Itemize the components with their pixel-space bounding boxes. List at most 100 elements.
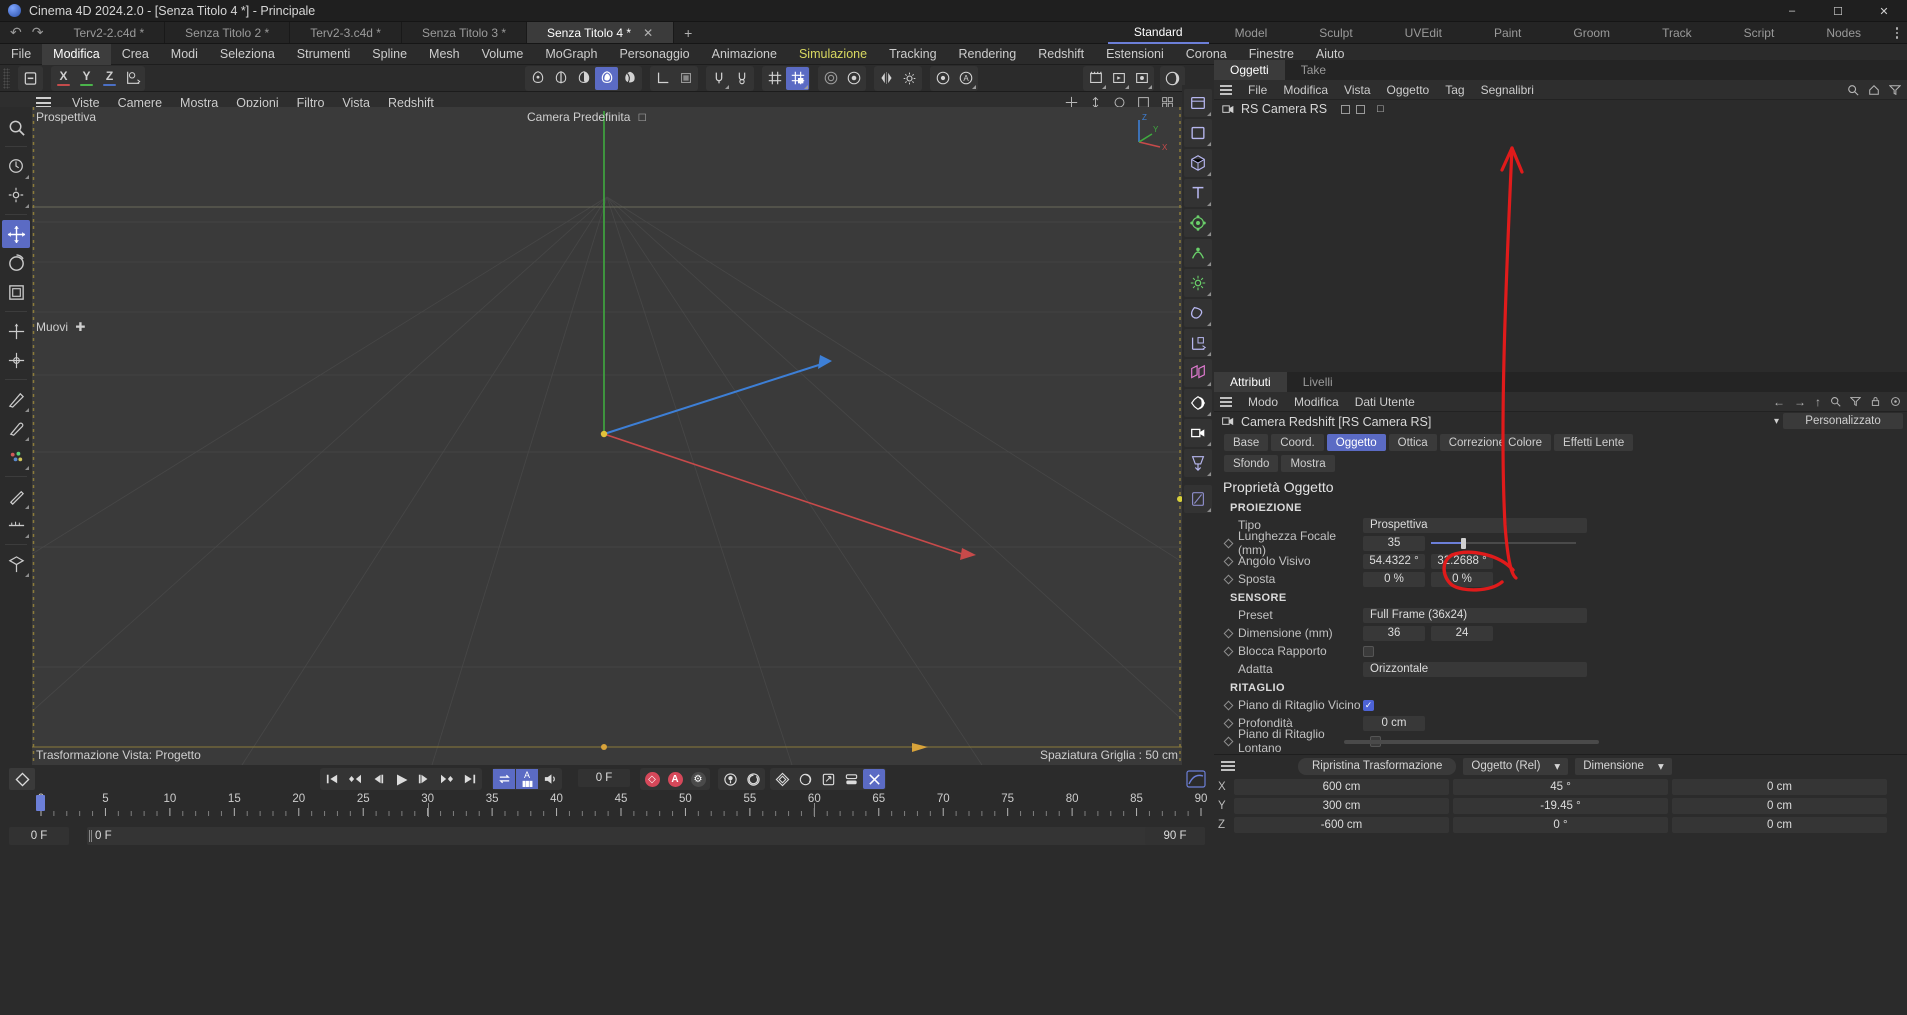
scale-tool-icon[interactable] [2, 278, 30, 306]
gear-icon[interactable] [898, 67, 921, 90]
render-view-icon[interactable] [819, 67, 842, 90]
checkbox-piano-ritaglio-vicino[interactable]: ✓ [1363, 699, 1374, 711]
paint-tool-icon[interactable] [2, 443, 30, 471]
keyframe-diamond-icon[interactable] [1223, 700, 1234, 710]
position-key-icon[interactable] [719, 769, 741, 789]
object-menu-segnalibri[interactable]: Segnalibri [1473, 83, 1542, 97]
coord-z-position[interactable]: -600 cm [1234, 816, 1449, 833]
attr-menu-modo[interactable]: Modo [1240, 395, 1286, 409]
axis-x-toggle[interactable]: X [52, 67, 75, 90]
menu-tracking[interactable]: Tracking [878, 44, 947, 65]
rectangle-object-icon[interactable] [1184, 119, 1212, 147]
home-icon[interactable] [1868, 84, 1880, 96]
toolbar-grip[interactable] [3, 67, 10, 89]
ruler-tool-icon[interactable] [2, 511, 30, 539]
pen-tool-icon[interactable] [2, 482, 30, 510]
field-angolo-visivo-h[interactable]: 54.4322 ° [1363, 553, 1425, 569]
coord-y-rotation[interactable]: -19.45 ° [1453, 797, 1668, 814]
polygon-mode-icon[interactable] [572, 67, 595, 90]
layout-tab-groom[interactable]: Groom [1547, 22, 1636, 44]
layout-tab-sculpt[interactable]: Sculpt [1293, 22, 1378, 44]
menu-modi[interactable]: Modi [160, 44, 209, 65]
redo-icon[interactable]: ↷ [32, 24, 44, 41]
brush-tool-icon[interactable] [2, 414, 30, 442]
object-menu-vista[interactable]: Vista [1336, 83, 1378, 97]
render-picture-viewer-icon[interactable] [1084, 67, 1107, 90]
step-back-icon[interactable] [367, 769, 389, 789]
layout-overflow-icon[interactable] [1887, 27, 1907, 39]
attribute-scrollbar[interactable] [1344, 740, 1599, 744]
coord-x-size[interactable]: 0 cm [1672, 778, 1887, 795]
volume-object-icon[interactable] [1184, 485, 1212, 513]
object-menu-tag[interactable]: Tag [1437, 83, 1472, 97]
pla-key-icon[interactable] [771, 769, 793, 789]
attribute-panel-menu-icon[interactable] [1220, 396, 1232, 407]
snap-settings-icon[interactable] [730, 67, 753, 90]
object-menu-file[interactable]: File [1240, 83, 1275, 97]
grid-snap-icon[interactable] [763, 67, 786, 90]
menu-strumenti[interactable]: Strumenti [286, 44, 362, 65]
field-sposta-x[interactable]: 0 % [1363, 571, 1425, 587]
record-keyframe-icon[interactable]: ◇ [641, 769, 663, 789]
text-object-icon[interactable] [1184, 179, 1212, 207]
live-selection-icon[interactable] [19, 67, 42, 90]
quantize-icon[interactable] [786, 66, 809, 90]
redshift-render-icon[interactable] [931, 67, 954, 90]
light-object-icon[interactable] [1184, 389, 1212, 417]
workplane-tool-icon[interactable] [2, 550, 30, 578]
generator-object-icon[interactable] [1184, 359, 1212, 387]
menu-mograph[interactable]: MoGraph [534, 44, 608, 65]
next-key-icon[interactable] [436, 769, 458, 789]
subtab-base[interactable]: Base [1224, 434, 1269, 451]
environment-object-icon[interactable] [1184, 449, 1212, 477]
document-tab-2[interactable]: Terv2-3.c4d * [290, 22, 402, 43]
enable-axis-icon[interactable] [674, 67, 697, 90]
keyframe-diamond-icon[interactable] [1223, 736, 1234, 746]
frame-end-field[interactable]: 90 F [1145, 827, 1205, 845]
point-level-icon[interactable] [840, 769, 862, 789]
field-lunghezza-focale[interactable]: 35 [1363, 535, 1425, 551]
menu-mesh[interactable]: Mesh [418, 44, 471, 65]
reset-transform-button[interactable]: Ripristina Trasformazione [1298, 757, 1457, 775]
search-attr-icon[interactable] [1830, 396, 1841, 407]
redshift-ipr-icon[interactable]: A [954, 67, 977, 90]
attr-menu-modifica[interactable]: Modifica [1286, 395, 1347, 409]
rotation-key-icon[interactable] [742, 769, 764, 789]
close-button[interactable]: ✕ [1861, 0, 1907, 22]
subtab-correzione-colore[interactable]: Correzione Colore [1439, 434, 1552, 451]
autokeying-icon[interactable]: A [664, 769, 686, 789]
range-handle-left[interactable] [89, 830, 92, 842]
tab-oggetti[interactable]: Oggetti [1214, 60, 1285, 80]
preview-range-strip[interactable]: 0 F 90 F [87, 827, 1205, 845]
object-menu-modifica[interactable]: Modifica [1275, 83, 1336, 97]
attr-menu-dati-utente[interactable]: Dati Utente [1347, 395, 1423, 409]
layout-tab-standard[interactable]: Standard [1107, 22, 1209, 44]
menu-seleziona[interactable]: Seleziona [209, 44, 286, 65]
slider-lunghezza-focale[interactable] [1431, 536, 1576, 551]
menu-personaggio[interactable]: Personaggio [608, 44, 700, 65]
menu-spline[interactable]: Spline [361, 44, 418, 65]
menu-simulazione[interactable]: Simulazione [788, 44, 878, 65]
coord-x-position[interactable]: 600 cm [1234, 778, 1449, 795]
play-icon[interactable] [390, 769, 412, 789]
document-tab-0[interactable]: Terv2-2.c4d * [53, 22, 166, 43]
back-arrow-icon[interactable]: ← [1773, 395, 1785, 409]
camera-object-icon[interactable] [1184, 419, 1212, 447]
coordinate-mode-select[interactable]: Oggetto (Rel) ▾ [1463, 757, 1569, 775]
axis-z-toggle[interactable]: Z [98, 67, 121, 90]
field-dimensione-w[interactable]: 36 [1363, 625, 1425, 641]
mograph-object-icon[interactable] [1184, 209, 1212, 237]
new-document-button[interactable]: + [674, 22, 702, 43]
keyframe-settings-icon[interactable]: ⚙ [687, 769, 709, 789]
menu-crea[interactable]: Crea [111, 44, 160, 65]
keyframe-diamond-icon[interactable] [1223, 556, 1234, 566]
search-icon[interactable] [1847, 84, 1859, 96]
coordinate-size-select[interactable]: Dimensione ▾ [1575, 757, 1672, 775]
coordinates-menu-icon[interactable] [1221, 761, 1235, 771]
timeline-curve-icon[interactable] [1184, 768, 1208, 790]
object-panel-menu-icon[interactable] [1220, 84, 1232, 95]
timeline-ruler[interactable]: 051015202530354045505560657075808590 [36, 793, 1207, 823]
world-axis-icon[interactable] [121, 67, 144, 90]
field-angolo-visivo-v[interactable]: 32.2688 ° [1431, 553, 1493, 569]
content-browser-icon[interactable] [1184, 89, 1212, 117]
